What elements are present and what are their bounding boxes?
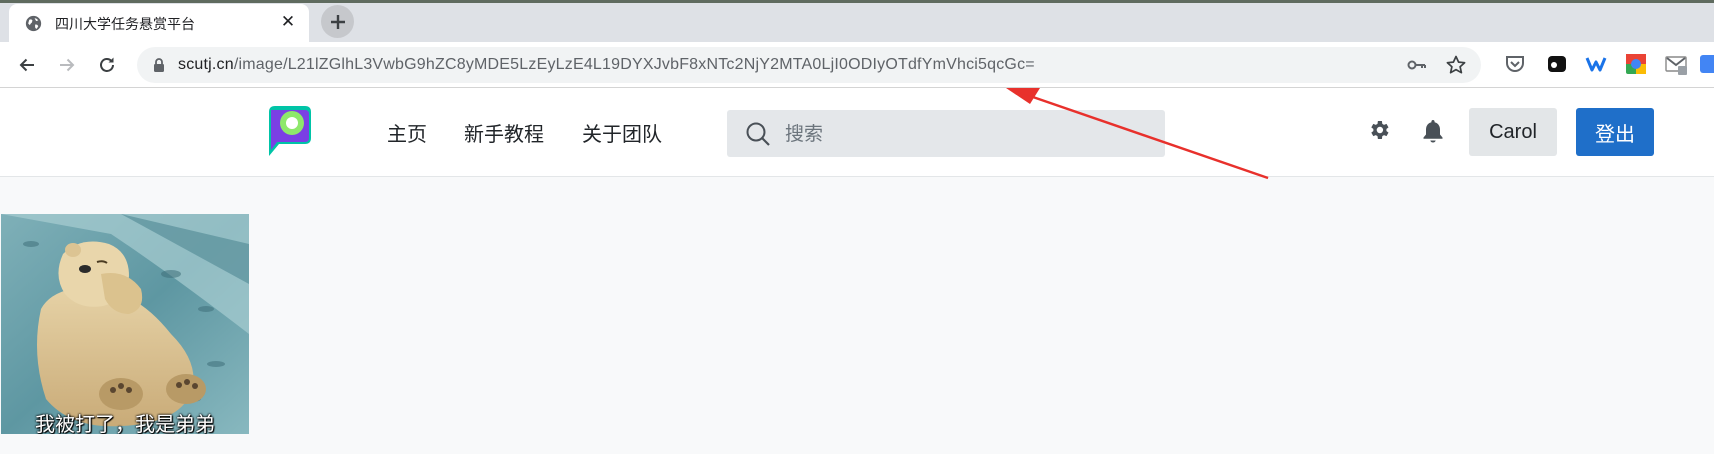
- gmail-extension-icon[interactable]: [1664, 52, 1688, 76]
- new-tab-button[interactable]: [321, 5, 354, 38]
- browser-tab[interactable]: 四川大学任务悬赏平台 ✕: [9, 4, 309, 42]
- pocket-extension-icon[interactable]: [1503, 52, 1527, 76]
- logout-button[interactable]: 登出: [1576, 108, 1654, 156]
- address-bar[interactable]: scutj.cn/image/L21lZGlhL3VwbG9hZC8yMDE5L…: [137, 47, 1481, 83]
- arrow-right-icon: [60, 58, 75, 72]
- bookmark-star-icon[interactable]: [1445, 54, 1467, 76]
- url-path: /image/L21lZGlhL3VwbG9hZC8yMDE5LzEyLzE4L…: [233, 56, 1035, 73]
- extension-black-icon[interactable]: [1545, 52, 1569, 76]
- reload-icon: [100, 57, 114, 72]
- window-top-edge: [0, 0, 1714, 3]
- lock-icon: [154, 58, 164, 72]
- vpn-extension-icon[interactable]: [1584, 52, 1608, 76]
- translate-extension-icon[interactable]: [1700, 52, 1714, 76]
- search-icon: [746, 122, 770, 146]
- search-input[interactable]: [785, 120, 1145, 148]
- user-button[interactable]: Carol: [1469, 108, 1557, 156]
- back-button[interactable]: [15, 53, 39, 77]
- reload-button[interactable]: [95, 53, 119, 77]
- close-tab-icon[interactable]: ✕: [277, 11, 299, 33]
- gear-icon[interactable]: [1367, 118, 1391, 142]
- site-logo[interactable]: [265, 106, 313, 156]
- image-caption: 我被打了，我是弟弟: [35, 412, 215, 434]
- nav-home[interactable]: 主页: [387, 118, 427, 147]
- nav-tutorial[interactable]: 新手教程: [464, 118, 544, 147]
- nav-about-team[interactable]: 关于团队: [582, 118, 662, 147]
- arrow-left-icon: [19, 58, 34, 72]
- url-host: scutj.cn: [178, 56, 234, 73]
- browser-toolbar: scutj.cn/image/L21lZGlhL3VwbG9hZC8yMDE5L…: [0, 42, 1714, 123]
- polar-bear-picture: [1, 214, 249, 434]
- meme-image: 我被打了，我是弟弟: [1, 214, 249, 434]
- google-extension-icon[interactable]: [1624, 52, 1648, 76]
- url-text: scutj.cn/image/L21lZGlhL3VwbG9hZC8yMDE5L…: [178, 56, 1035, 74]
- site-header: 主页 新手教程 关于团队 Carol 登出: [0, 88, 1714, 177]
- key-icon[interactable]: [1407, 56, 1427, 74]
- browser-tab-bar: 四川大学任务悬赏平台 ✕: [0, 0, 1714, 42]
- globe-icon: [25, 15, 42, 32]
- plus-icon: [330, 14, 345, 29]
- bell-icon[interactable]: [1421, 118, 1445, 144]
- tab-title: 四川大学任务悬赏平台: [55, 17, 195, 33]
- search-box[interactable]: [727, 110, 1165, 157]
- forward-button[interactable]: [55, 53, 79, 77]
